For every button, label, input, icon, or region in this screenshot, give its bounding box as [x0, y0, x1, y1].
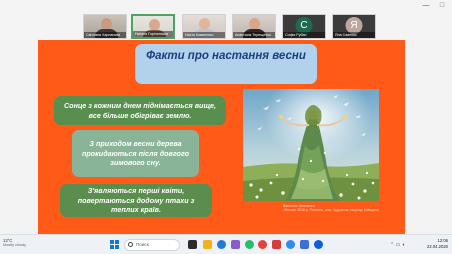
weather-condition: Mostly cloudy: [3, 243, 27, 247]
search-placeholder: Поиск: [136, 242, 149, 247]
search-icon: [128, 242, 133, 247]
zoom-icon[interactable]: [314, 240, 323, 249]
minimize-button[interactable]: —: [422, 2, 430, 10]
participant-tile-active-speaker[interactable]: Наталя Горілянська: [131, 14, 175, 39]
fact-box-3: З'являються перші квіти, повертаються до…: [60, 184, 212, 217]
participant-name: Наталя Горілянська: [133, 31, 173, 37]
system-tray-icons[interactable]: ⌃ ▭ ◖: [390, 242, 405, 248]
maximize-button[interactable]: □: [438, 2, 446, 10]
participant-tile[interactable]: С Софія Рубан: [282, 14, 326, 39]
telegram-icon[interactable]: [286, 240, 295, 249]
participant-name: Яна Савенко: [333, 32, 375, 38]
app-icon-red[interactable]: [272, 240, 281, 249]
weather-widget[interactable]: 13°C Mostly cloudy: [3, 238, 43, 248]
slide-title: Факти про настання весни: [135, 44, 317, 84]
fact-text: Сонце з кожним днем піднімається вище, в…: [63, 100, 216, 120]
chrome-icon[interactable]: [258, 240, 267, 249]
participant-name: Софія Рубан: [283, 32, 325, 38]
whatsapp-icon[interactable]: [245, 240, 254, 249]
participant-tile[interactable]: Я Яна Савенко: [332, 14, 376, 39]
clock-date: 22.04.2020: [427, 243, 448, 249]
teams-icon[interactable]: [231, 240, 240, 249]
painting-caption: Валентин Шевченко «Весна» 2016 р. Полотн…: [283, 204, 391, 213]
fact-text: З приходом весни дерева прокидаються піс…: [81, 139, 189, 168]
fact-text: З'являються перші квіти, повертаються до…: [77, 186, 195, 215]
file-explorer-icon[interactable]: [203, 240, 212, 249]
participant-name: Анастасія Терещенко: [233, 32, 275, 38]
system-clock[interactable]: 12:06 22.04.2020: [427, 238, 448, 249]
task-view-icon[interactable]: [188, 240, 197, 249]
participant-tile[interactable]: Анастасія Терещенко: [232, 14, 276, 39]
participants-strip: Світлана Харланова Наталя Горілянська На…: [0, 0, 452, 40]
presentation-slide: Факти про настання весни Сонце з кожним …: [38, 40, 405, 234]
fact-box-1: Сонце з кожним днем піднімається вище, в…: [54, 96, 226, 125]
windows-start-button[interactable]: [110, 240, 119, 249]
spring-goddess-painting: [243, 89, 379, 201]
participant-name: Світлана Харланова: [84, 32, 126, 38]
taskbar: 13°C Mostly cloudy Поиск ⌃ ▭ ◖ 12:06 22.…: [0, 234, 452, 254]
participant-tile[interactable]: Світлана Харланова: [83, 14, 127, 39]
caption-details: «Весна» 2016 р. Полотно, олія. Художник–…: [283, 208, 379, 213]
fact-box-2: З приходом весни дерева прокидаються піс…: [72, 130, 199, 177]
edge-browser-icon[interactable]: [217, 240, 226, 249]
screen: Світлана Харланова Наталя Горілянська На…: [0, 0, 452, 254]
participant-name: Настя Коваленко: [183, 32, 225, 38]
word-icon[interactable]: [300, 240, 309, 249]
taskbar-search-input[interactable]: Поиск: [124, 239, 180, 251]
participant-tile[interactable]: Настя Коваленко: [182, 14, 226, 39]
